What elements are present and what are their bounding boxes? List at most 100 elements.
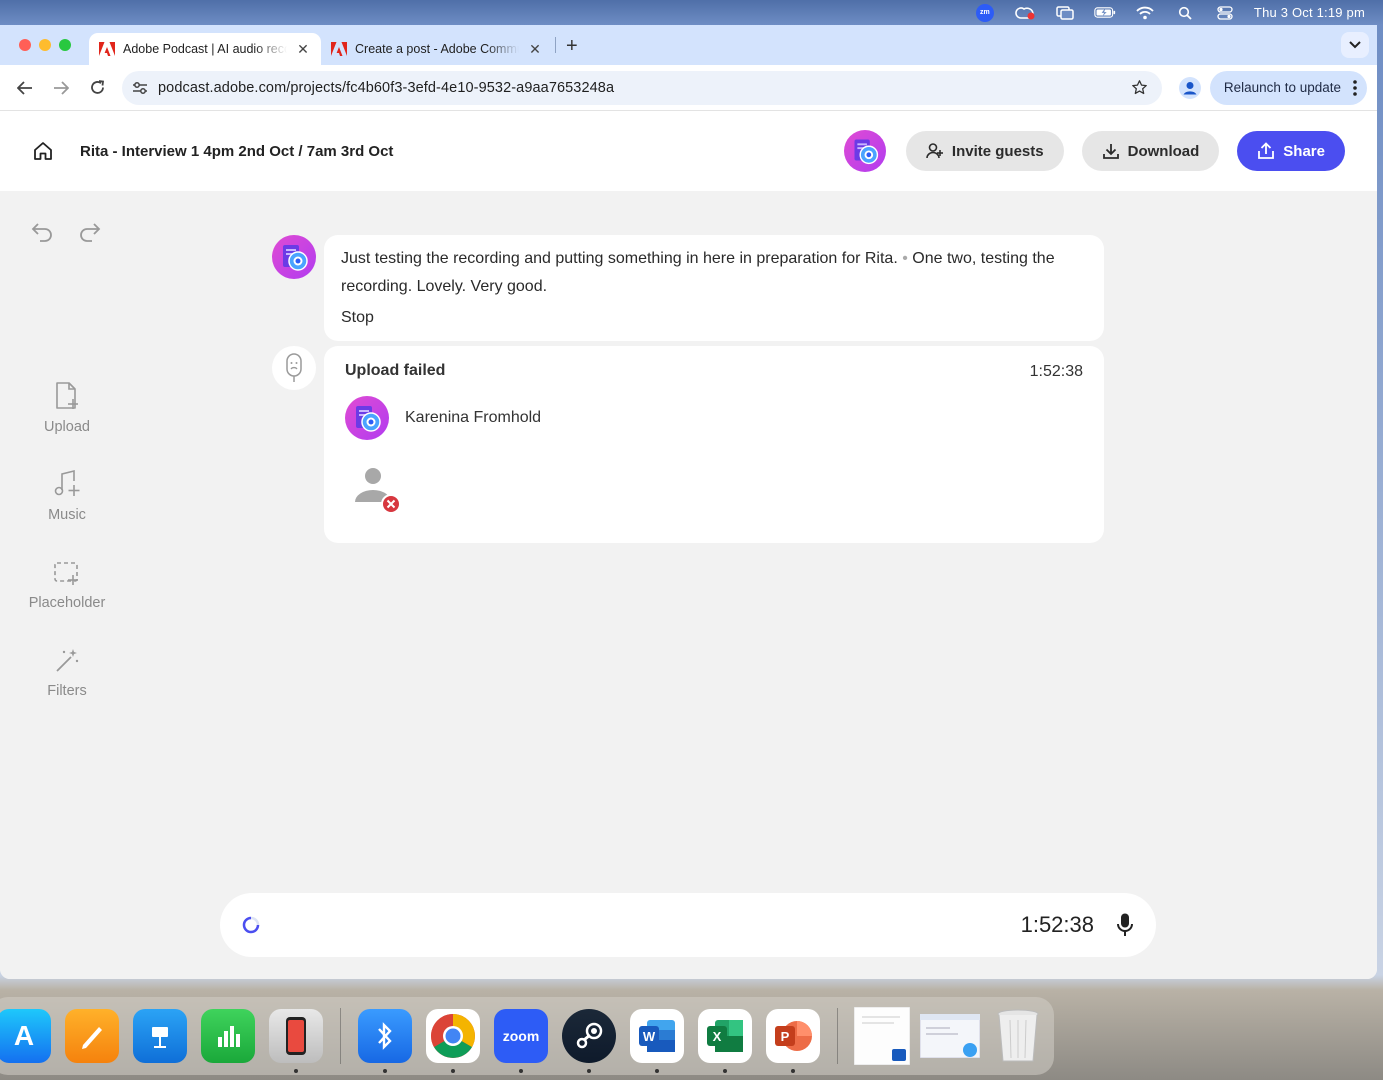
mic-avatar xyxy=(272,346,316,390)
creative-cloud-icon[interactable] xyxy=(1014,5,1036,21)
running-indicator xyxy=(723,1069,727,1073)
running-indicator xyxy=(655,1069,659,1073)
word-icon: W xyxy=(630,1009,684,1063)
tools-sidebar: Upload Music Placeholder Filters xyxy=(0,381,134,733)
tab-title: Adobe Podcast | AI audio recording xyxy=(123,42,287,56)
sidebar-item-upload[interactable]: Upload xyxy=(0,381,134,469)
steam-icon xyxy=(562,1009,616,1063)
minimize-window-button[interactable] xyxy=(39,39,51,51)
zoom-status-icon[interactable]: zm xyxy=(974,3,996,22)
screen-mirroring-icon[interactable] xyxy=(1054,5,1076,21)
dock-keynote[interactable] xyxy=(126,1002,194,1070)
dock-chrome[interactable] xyxy=(419,1002,487,1073)
running-indicator xyxy=(519,1069,523,1073)
dock-app-store[interactable]: A xyxy=(0,1002,58,1070)
reload-icon xyxy=(90,80,104,94)
recording-time: 1:52:38 xyxy=(1020,912,1094,937)
project-title[interactable]: Rita - Interview 1 4pm 2nd Oct / 7am 3rd… xyxy=(80,143,393,160)
dock-finder-window[interactable] xyxy=(916,1002,984,1070)
close-tab-icon[interactable]: ✕ xyxy=(295,41,311,58)
macos-menubar: zm Thu 3 Oct 1:19 pm xyxy=(0,0,1383,25)
filters-icon xyxy=(56,649,79,672)
loading-spinner-icon xyxy=(242,916,260,934)
dock-bluetooth[interactable] xyxy=(351,1002,419,1073)
document-thumbnail-icon xyxy=(854,1007,910,1065)
failed-user-icon xyxy=(355,468,401,514)
tab-adobe-podcast[interactable]: Adobe Podcast | AI audio recording ✕ xyxy=(89,33,321,65)
menubar-clock[interactable]: Thu 3 Oct 1:19 pm xyxy=(1254,5,1365,20)
sidebar-item-filters[interactable]: Filters xyxy=(0,645,134,733)
site-settings-icon[interactable] xyxy=(132,81,148,95)
undo-icon[interactable] xyxy=(30,221,54,243)
pages-icon xyxy=(65,1009,119,1063)
tab-strip: Adobe Podcast | AI audio recording ✕ Cre… xyxy=(0,25,1377,65)
new-tab-button[interactable]: + xyxy=(556,35,588,58)
transcript-text[interactable]: Just testing the recording and putting s… xyxy=(341,245,1087,301)
chevron-down-icon xyxy=(1349,41,1361,49)
invite-guests-button[interactable]: Invite guests xyxy=(905,131,1064,171)
speaker-avatar-icon xyxy=(272,235,316,279)
close-window-button[interactable] xyxy=(19,39,31,51)
bluetooth-icon xyxy=(358,1009,412,1063)
sidebar-item-placeholder[interactable]: Placeholder xyxy=(0,557,134,645)
relaunch-label: Relaunch to update xyxy=(1223,80,1341,95)
download-button[interactable]: Download xyxy=(1081,131,1220,171)
wifi-icon[interactable] xyxy=(1134,5,1156,21)
dock-word[interactable]: W xyxy=(623,1002,691,1073)
address-bar[interactable]: podcast.adobe.com/projects/fc4b60f3-3efd… xyxy=(122,70,1162,105)
spotlight-search-icon[interactable] xyxy=(1174,5,1196,21)
dock-separator xyxy=(837,1008,838,1064)
zoom-window-button[interactable] xyxy=(59,39,71,51)
dock-excel[interactable]: X xyxy=(691,1002,759,1073)
running-indicator xyxy=(791,1069,795,1073)
sidebar-item-music[interactable]: Music xyxy=(0,469,134,557)
share-button[interactable]: Share xyxy=(1237,131,1345,171)
tab-title: Create a post - Adobe Community xyxy=(355,42,519,56)
more-vertical-icon[interactable] xyxy=(1353,79,1357,96)
url-text: podcast.adobe.com/projects/fc4b60f3-3efd… xyxy=(158,79,615,96)
transcript-card[interactable]: Just testing the recording and putting s… xyxy=(324,235,1104,341)
dock-recent-document[interactable] xyxy=(848,1002,916,1070)
reload-button[interactable] xyxy=(82,73,112,103)
adobe-favicon-icon xyxy=(99,42,115,56)
sidebar-item-label: Upload xyxy=(44,419,90,435)
close-tab-icon[interactable]: ✕ xyxy=(527,41,543,58)
dock-pages[interactable] xyxy=(58,1002,126,1070)
dock-steam[interactable] xyxy=(555,1002,623,1073)
trash-icon xyxy=(991,1009,1045,1063)
recording-player-bar: 1:52:38 xyxy=(220,893,1156,957)
user-avatar-icon[interactable] xyxy=(843,130,886,172)
dock-trash[interactable] xyxy=(984,1002,1052,1070)
sidebar-item-label: Filters xyxy=(47,683,87,699)
bookmark-star-icon[interactable] xyxy=(1131,79,1148,96)
microphone-icon[interactable] xyxy=(1116,912,1134,938)
profile-avatar-icon xyxy=(1178,76,1201,99)
guest-name: Karenina Fromhold xyxy=(405,409,542,426)
profile-button[interactable] xyxy=(1176,74,1204,102)
app-store-icon: A xyxy=(0,1009,51,1063)
download-label: Download xyxy=(1127,142,1200,160)
dock-iphone-mirroring[interactable] xyxy=(262,1002,330,1073)
tab-search-button[interactable] xyxy=(1341,32,1369,58)
arrow-left-icon xyxy=(17,80,32,95)
svg-text:W: W xyxy=(643,1029,656,1044)
battery-icon[interactable] xyxy=(1094,5,1116,21)
relaunch-to-update-button[interactable]: Relaunch to update xyxy=(1209,70,1367,105)
dock-separator xyxy=(340,1008,341,1064)
dock-numbers[interactable] xyxy=(194,1002,262,1070)
tab-create-post[interactable]: Create a post - Adobe Community ✕ xyxy=(321,33,553,65)
forward-button[interactable] xyxy=(46,73,76,103)
transcript-stop-text[interactable]: Stop xyxy=(341,309,1087,327)
back-button[interactable] xyxy=(10,73,40,103)
zoom-icon: zoom xyxy=(494,1009,548,1063)
sidebar-item-label: Music xyxy=(48,507,86,523)
control-center-icon[interactable] xyxy=(1214,5,1236,21)
pause-marker: • xyxy=(897,250,913,267)
dock-powerpoint[interactable]: P xyxy=(759,1002,827,1073)
browser-window: Adobe Podcast | AI audio recording ✕ Cre… xyxy=(0,25,1377,979)
home-icon[interactable] xyxy=(32,140,54,162)
upload-status-title: Upload failed xyxy=(345,362,446,379)
redo-icon[interactable] xyxy=(78,221,102,243)
dock-zoom[interactable]: zoom xyxy=(487,1002,555,1073)
download-icon xyxy=(1102,144,1119,159)
